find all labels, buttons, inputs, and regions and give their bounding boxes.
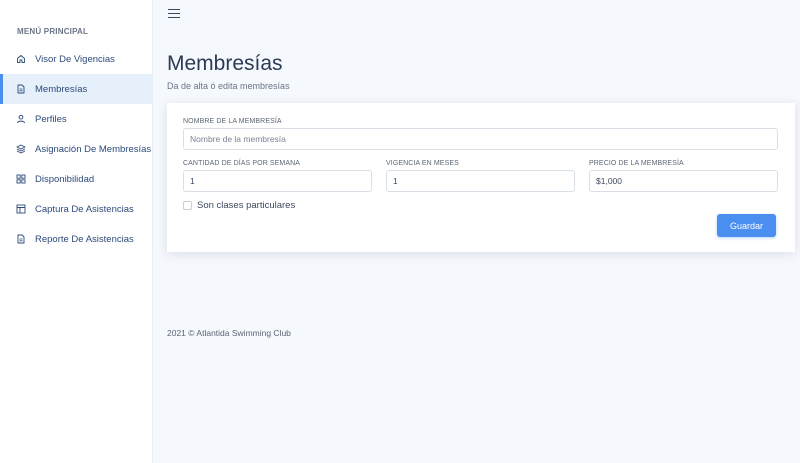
home-icon: [16, 54, 26, 64]
private-classes-checkbox[interactable]: [183, 201, 192, 210]
price-label: PRECIO DE LA MEMBRESÍA: [589, 160, 684, 167]
private-classes-row: Son clases particulares: [183, 200, 295, 211]
name-label: NOMBRE DE LA MEMBRESÍA: [183, 118, 282, 125]
table-icon: [16, 204, 26, 214]
sidebar-item-label: Disponibilidad: [35, 173, 95, 185]
sidebar-item-reporte-de-asistencias[interactable]: Reporte De Asistencias: [0, 224, 153, 254]
days-per-week-input[interactable]: [183, 170, 372, 192]
footer-copyright: 2021 © Atlantida Swimming Club: [167, 328, 291, 338]
private-classes-label: Son clases particulares: [197, 200, 296, 211]
save-button[interactable]: Guardar: [717, 214, 776, 237]
sidebar-item-perfiles[interactable]: Perfiles: [0, 104, 153, 134]
sidebar-item-membresias[interactable]: Membresías: [0, 74, 153, 104]
validity-months-input[interactable]: [386, 170, 575, 192]
membership-name-input[interactable]: [183, 128, 778, 150]
page-subtitle: Da de alta ó edita membresías: [167, 81, 290, 91]
user-icon: [16, 114, 26, 124]
sidebar-item-visor-de-vigencias[interactable]: Visor De Vigencias: [0, 44, 153, 74]
sidebar: MENÚ PRINCIPAL Visor De Vigencias Membre…: [0, 0, 153, 463]
document-icon: [16, 234, 26, 244]
sidebar-item-label: Captura De Asistencias: [35, 203, 134, 215]
membership-form-card: NOMBRE DE LA MEMBRESÍA CANTIDAD DE DÍAS …: [167, 103, 795, 252]
sidebar-item-label: Perfiles: [35, 113, 67, 125]
sidebar-item-asignacion-de-membresias[interactable]: Asignación De Membresías: [0, 134, 153, 164]
sidebar-nav: Visor De Vigencias Membresías Perfiles A…: [0, 44, 153, 254]
grid-icon: [16, 174, 26, 184]
price-input[interactable]: [589, 170, 778, 192]
sidebar-item-label: Membresías: [35, 83, 88, 95]
sidebar-item-label: Visor De Vigencias: [35, 53, 115, 65]
layers-icon: [16, 144, 26, 154]
sidebar-item-disponibilidad[interactable]: Disponibilidad: [0, 164, 153, 194]
sidebar-item-captura-de-asistencias[interactable]: Captura De Asistencias: [0, 194, 153, 224]
days-label: CANTIDAD DE DÍAS POR SEMANA: [183, 160, 301, 167]
sidebar-item-label: Asignación De Membresías: [35, 143, 152, 155]
menu-toggle-icon[interactable]: [168, 9, 180, 21]
page-title: Membresías: [167, 52, 283, 75]
sidebar-item-label: Reporte De Asistencias: [35, 233, 134, 245]
menu-header: MENÚ PRINCIPAL: [17, 27, 89, 36]
document-icon: [16, 84, 26, 94]
validity-label: VIGENCIA EN MESES: [386, 160, 459, 167]
